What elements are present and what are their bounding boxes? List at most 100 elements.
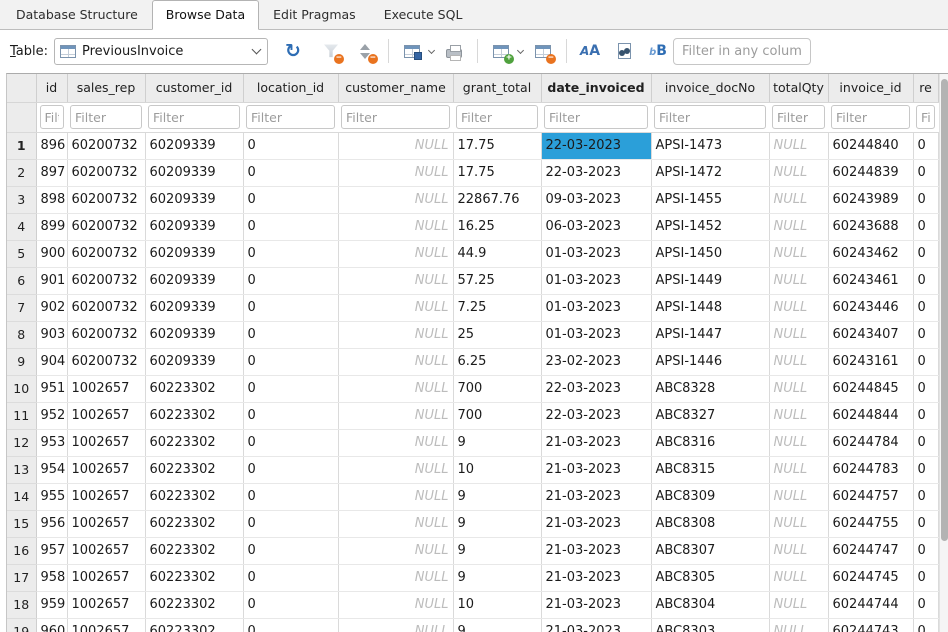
cell-customer_name[interactable]: NULL	[338, 510, 454, 538]
cell-invoice_id[interactable]: 60244840	[828, 132, 914, 160]
column-filter-input-location_id[interactable]	[246, 105, 335, 129]
column-filter-input-grant_total[interactable]	[456, 105, 538, 129]
cell-totalQty[interactable]: NULL	[769, 429, 829, 457]
column-filter-input-re[interactable]	[916, 105, 935, 129]
cell-id[interactable]: 896	[36, 132, 68, 160]
cell-date_invoiced[interactable]: 01-03-2023	[541, 267, 652, 295]
cell-invoice_id[interactable]: 60243688	[828, 213, 914, 241]
cell-grant_total[interactable]: 9	[453, 483, 542, 511]
column-header-totalQty[interactable]: totalQty	[769, 74, 829, 103]
cell-sales_rep[interactable]: 60200732	[67, 132, 146, 160]
cell-customer_name[interactable]: NULL	[338, 240, 454, 268]
cell-sales_rep[interactable]: 1002657	[67, 429, 146, 457]
cell-invoice_docNo[interactable]: ABC8315	[651, 456, 770, 484]
cell-totalQty[interactable]: NULL	[769, 321, 829, 349]
cell-totalQty[interactable]: NULL	[769, 483, 829, 511]
cell-totalQty[interactable]: NULL	[769, 294, 829, 322]
cell-invoice_id[interactable]: 60244745	[828, 564, 914, 592]
cell-customer_id[interactable]: 60223302	[145, 402, 244, 430]
cell-customer_id[interactable]: 60223302	[145, 375, 244, 403]
cell-id[interactable]: 899	[36, 213, 68, 241]
cell-invoice_docNo[interactable]: ABC8328	[651, 375, 770, 403]
cell-invoice_docNo[interactable]: ABC8316	[651, 429, 770, 457]
cell-location_id[interactable]: 0	[243, 564, 339, 592]
cell-customer_name[interactable]: NULL	[338, 132, 454, 160]
cell-totalQty[interactable]: NULL	[769, 618, 829, 632]
cell-customer_name[interactable]: NULL	[338, 186, 454, 214]
column-header-customer_id[interactable]: customer_id	[145, 74, 244, 103]
cell-totalQty[interactable]: NULL	[769, 402, 829, 430]
row-number[interactable]: 14	[7, 483, 37, 511]
cell-re[interactable]: 0	[913, 510, 939, 538]
cell-location_id[interactable]: 0	[243, 186, 339, 214]
cell-customer_id[interactable]: 60223302	[145, 537, 244, 565]
cell-id[interactable]: 960	[36, 618, 68, 632]
row-number[interactable]: 12	[7, 429, 37, 457]
cell-customer_id[interactable]: 60209339	[145, 240, 244, 268]
cell-id[interactable]: 904	[36, 348, 68, 376]
column-header-re[interactable]: re	[913, 74, 939, 103]
cell-date_invoiced[interactable]: 01-03-2023	[541, 321, 652, 349]
cell-grant_total[interactable]: 10	[453, 591, 542, 619]
cell-location_id[interactable]: 0	[243, 159, 339, 187]
cell-id[interactable]: 898	[36, 186, 68, 214]
cell-invoice_docNo[interactable]: APSI-1449	[651, 267, 770, 295]
cell-sales_rep[interactable]: 60200732	[67, 186, 146, 214]
cell-customer_name[interactable]: NULL	[338, 321, 454, 349]
cell-re[interactable]: 0	[913, 321, 939, 349]
cell-customer_id[interactable]: 60209339	[145, 267, 244, 295]
row-number[interactable]: 15	[7, 510, 37, 538]
cell-date_invoiced[interactable]: 09-03-2023	[541, 186, 652, 214]
cell-customer_name[interactable]: NULL	[338, 618, 454, 632]
cell-sales_rep[interactable]: 1002657	[67, 510, 146, 538]
cell-grant_total[interactable]: 7.25	[453, 294, 542, 322]
cell-customer_id[interactable]: 60223302	[145, 429, 244, 457]
cell-re[interactable]: 0	[913, 294, 939, 322]
cell-customer_id[interactable]: 60223302	[145, 564, 244, 592]
cell-invoice_id[interactable]: 60244757	[828, 483, 914, 511]
cell-customer_name[interactable]: NULL	[338, 213, 454, 241]
insert-record-dropdown-chevron[interactable]	[514, 38, 524, 64]
cell-id[interactable]: 955	[36, 483, 68, 511]
cell-location_id[interactable]: 0	[243, 267, 339, 295]
cell-invoice_id[interactable]: 60244743	[828, 618, 914, 632]
table-selector[interactable]: PreviousInvoice	[54, 37, 269, 65]
cell-invoice_id[interactable]: 60244744	[828, 591, 914, 619]
cell-invoice_docNo[interactable]: APSI-1448	[651, 294, 770, 322]
cell-date_invoiced[interactable]: 01-03-2023	[541, 294, 652, 322]
column-filter-input-id[interactable]	[39, 105, 64, 129]
cell-id[interactable]: 958	[36, 564, 68, 592]
cell-customer_name[interactable]: NULL	[338, 483, 454, 511]
cell-sales_rep[interactable]: 1002657	[67, 375, 146, 403]
save-table-dropdown-chevron[interactable]	[425, 38, 435, 64]
cell-re[interactable]: 0	[913, 159, 939, 187]
cell-invoice_id[interactable]: 60243446	[828, 294, 914, 322]
cell-invoice_docNo[interactable]: APSI-1452	[651, 213, 770, 241]
row-number[interactable]: 18	[7, 591, 37, 619]
cell-location_id[interactable]: 0	[243, 483, 339, 511]
cell-date_invoiced[interactable]: 21-03-2023	[541, 429, 652, 457]
cell-sales_rep[interactable]: 1002657	[67, 618, 146, 632]
cell-totalQty[interactable]: NULL	[769, 159, 829, 187]
cell-re[interactable]: 0	[913, 213, 939, 241]
cell-sales_rep[interactable]: 1002657	[67, 402, 146, 430]
cell-invoice_id[interactable]: 60244839	[828, 159, 914, 187]
row-number[interactable]: 4	[7, 213, 37, 241]
cell-re[interactable]: 0	[913, 132, 939, 160]
cell-invoice_docNo[interactable]: ABC8309	[651, 483, 770, 511]
cell-invoice_docNo[interactable]: ABC8304	[651, 591, 770, 619]
cell-sales_rep[interactable]: 60200732	[67, 213, 146, 241]
cell-re[interactable]: 0	[913, 564, 939, 592]
cell-invoice_docNo[interactable]: ABC8307	[651, 537, 770, 565]
cell-date_invoiced[interactable]: 22-03-2023	[541, 375, 652, 403]
cell-customer_id[interactable]: 60223302	[145, 483, 244, 511]
cell-re[interactable]: 0	[913, 591, 939, 619]
cell-re[interactable]: 0	[913, 402, 939, 430]
column-filter-input-sales_rep[interactable]	[70, 105, 142, 129]
column-filter-input-date_invoiced[interactable]	[544, 105, 648, 129]
cell-date_invoiced[interactable]: 22-03-2023	[541, 402, 652, 430]
cell-sales_rep[interactable]: 1002657	[67, 537, 146, 565]
cell-invoice_docNo[interactable]: APSI-1472	[651, 159, 770, 187]
column-header-location_id[interactable]: location_id	[243, 74, 339, 103]
edit-display-format-icon[interactable]: AA	[578, 38, 602, 64]
